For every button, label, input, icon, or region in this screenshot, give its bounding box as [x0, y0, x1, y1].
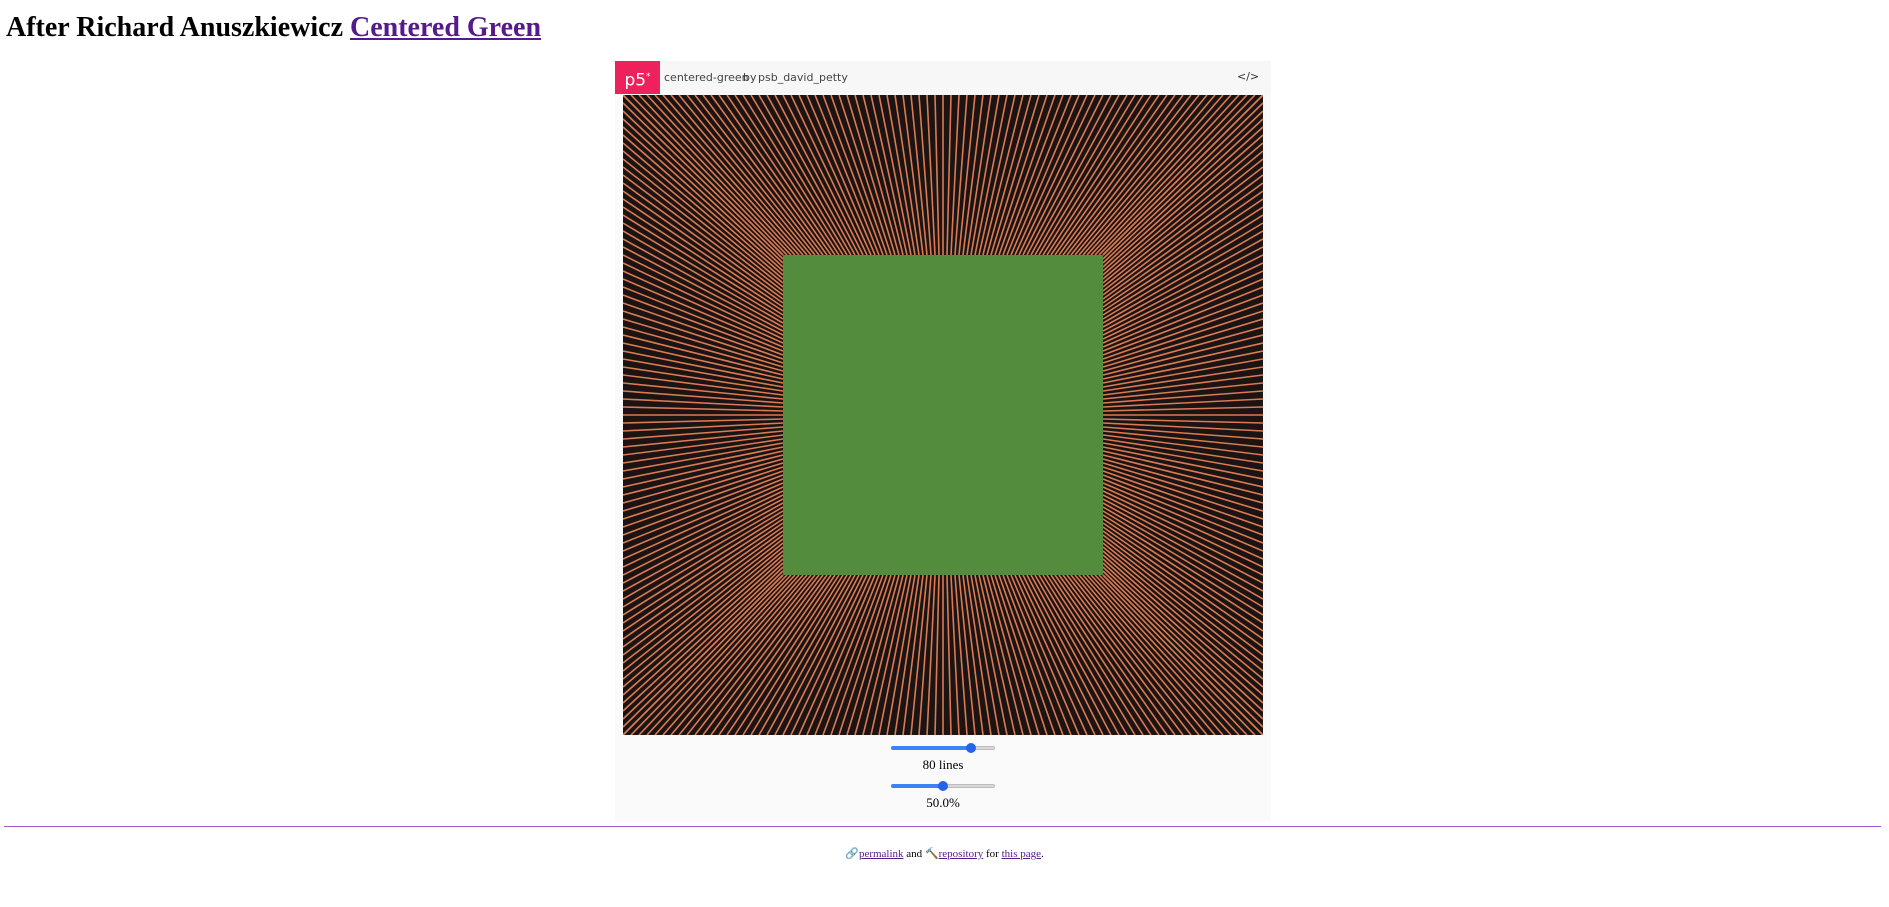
p5-logo-star: * — [646, 72, 651, 82]
for-text: for — [986, 848, 999, 860]
centered-green-link[interactable]: Centered Green — [350, 12, 541, 43]
sketch-canvas — [623, 95, 1263, 735]
lines-slider-thumb[interactable] — [966, 743, 977, 753]
code-icon[interactable]: </> — [1237, 69, 1259, 85]
embed-header: p5* centered-green by psb_david_petty </… — [615, 61, 1271, 94]
footer-divider — [4, 826, 1881, 827]
sketch-name[interactable]: centered-green — [664, 71, 749, 84]
lines-slider[interactable] — [891, 743, 995, 753]
period-text: . — [1041, 848, 1044, 860]
hammer-icon: 🔨 — [924, 848, 939, 860]
p5-logo[interactable]: p5* — [615, 61, 660, 94]
and-text: and — [906, 848, 923, 860]
lines-slider-fill — [891, 746, 972, 750]
size-label: 50.0% — [926, 795, 960, 810]
repository-link[interactable]: repository — [939, 848, 984, 860]
size-slider-thumb[interactable] — [938, 781, 948, 791]
artwork-svg — [623, 95, 1263, 735]
this-page-link[interactable]: this page — [1002, 848, 1041, 860]
size-slider-fill — [891, 784, 943, 788]
permalink-link[interactable]: permalink — [859, 848, 904, 860]
p5-logo-text: p5 — [624, 70, 647, 91]
page-heading: After Richard Anuszkiewicz Centered Gree… — [6, 10, 541, 46]
green-square — [783, 255, 1103, 575]
by-label: by — [743, 71, 757, 84]
heading-text: After Richard Anuszkiewicz — [6, 12, 343, 43]
footer: 🔗permalink and 🔨repository for this page… — [0, 847, 1889, 860]
lines-label: 80 lines — [922, 757, 964, 772]
p5-embed: p5* centered-green by psb_david_petty </… — [615, 61, 1271, 822]
link-icon: 🔗 — [845, 848, 859, 860]
size-slider[interactable] — [891, 781, 995, 791]
author-name[interactable]: psb_david_petty — [758, 71, 848, 84]
